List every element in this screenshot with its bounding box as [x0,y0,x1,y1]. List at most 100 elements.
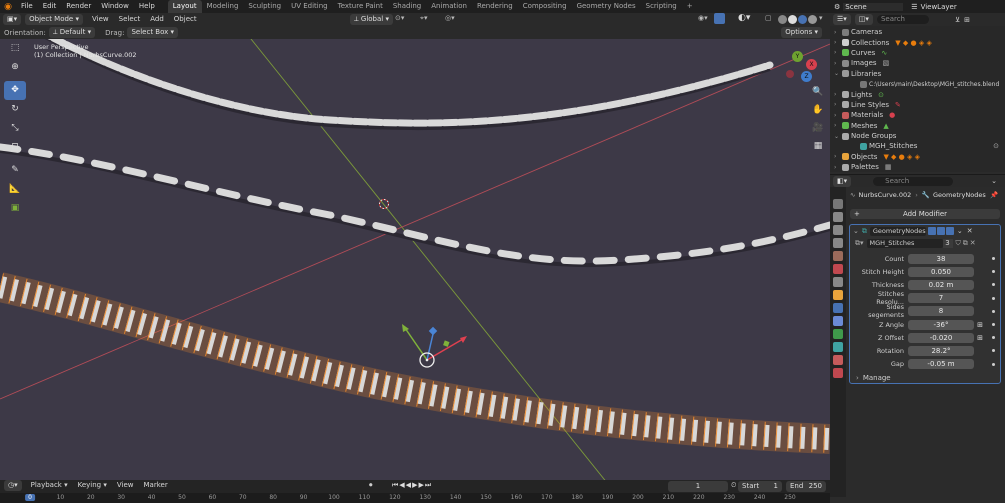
timeline-ruler[interactable]: 0 10 20 30 40 50 60 70 80 90 100 110 120 130 140 150 160… [0,493,830,503]
snap-icon[interactable]: ⌖▾ [420,14,427,23]
menu-playback[interactable]: Playback ▾ [26,479,73,492]
add-workspace-button[interactable]: + [682,0,698,13]
wireframe-shading-icon[interactable] [778,15,787,24]
outliner-row-images[interactable]: › Images ▧ [830,58,1005,68]
gizmo-z-axis[interactable]: Z [801,71,812,82]
keyframe-dot-icon[interactable] [992,309,995,313]
particles-tab-icon[interactable] [833,316,843,326]
solid-shading-icon[interactable] [788,15,797,24]
tool-tab-icon[interactable] [833,199,843,209]
options-button[interactable]: Options ▾ [781,27,822,38]
3d-viewport[interactable]: User Perspective (1) Collection | NurbsC… [0,39,830,480]
gizmo-neg-x[interactable] [786,70,794,78]
drag-select[interactable]: Select Box ▾ [127,27,179,38]
input-field[interactable]: 28.2° [908,345,974,356]
outliner-row-materials[interactable]: › Materials ● [830,110,1005,120]
input-field[interactable]: 0.050 [908,266,974,277]
constraints-tab-icon[interactable] [833,342,843,352]
outliner-row-line-styles[interactable]: › Line Styles ✎ [830,100,1005,110]
outliner-editor-button[interactable]: ☰▾ [833,14,851,25]
properties-options-icon[interactable]: ⌄ [991,177,997,185]
visibility-icon[interactable]: ◉▾ [698,14,708,22]
annotate-tool-icon[interactable]: ✎ [4,161,26,180]
editor-type-button[interactable]: ▣▾ [3,14,22,25]
material-tab-icon[interactable] [833,368,843,378]
current-frame-field[interactable]: 1 [668,481,728,492]
tab-animation[interactable]: Animation [426,0,472,13]
modifier-tab-icon[interactable] [833,303,843,313]
outliner-row-library-file[interactable]: C:\Users\main\Desktop\MGH_stitches.blend [830,79,1005,89]
end-frame-field[interactable]: End 250 [786,481,826,492]
keyframe-dot-icon[interactable] [992,336,995,340]
perspective-toggle-icon[interactable]: ▦ [810,141,826,159]
render-toggle-icon[interactable] [945,227,954,235]
input-field[interactable]: 8 [908,306,974,317]
measure-tool-icon[interactable]: 📐 [4,180,26,199]
add-cube-tool-icon[interactable]: ▣ [4,199,26,218]
menu-keying[interactable]: Keying ▾ [73,479,112,492]
move-tool-icon[interactable]: ✥ [4,81,26,100]
fake-user-icon[interactable]: ⛉ [956,239,961,248]
blender-logo-icon[interactable]: ◉ [0,2,16,12]
collapse-icon[interactable]: ⌄ [853,227,859,235]
output-tab-icon[interactable] [833,225,843,235]
attribute-toggle-icon[interactable]: ⊞ [974,321,986,329]
camera-view-icon[interactable]: 🎥 [810,123,826,141]
menu-timeline-view[interactable]: View [112,479,139,492]
pin-icon[interactable]: 📌 [990,191,998,199]
pivot-icon[interactable]: ⊙▾ [395,14,404,22]
scene-selector[interactable]: Scene [843,2,904,11]
viewport-toggle-icon[interactable] [936,227,945,235]
input-field[interactable]: 7 [908,293,974,304]
tab-compositing[interactable]: Compositing [518,0,572,13]
node-tree-icon[interactable]: ⧉▾ [855,239,864,248]
world-tab-icon[interactable] [833,264,843,274]
cursor-tool-icon[interactable]: ⊕ [4,62,26,81]
viewport-scene[interactable] [0,39,830,480]
tab-modeling[interactable]: Modeling [202,0,244,13]
add-modifier-button[interactable]: + Add Modifier [850,209,1000,219]
object-tab-icon[interactable] [833,290,843,300]
edit-mode-toggle-icon[interactable] [927,227,936,235]
outliner-search-input[interactable]: Search [876,15,929,24]
keyframe-dot-icon[interactable] [992,362,995,366]
start-frame-field[interactable]: Start 1 [738,481,782,492]
render-tab-icon[interactable] [833,212,843,222]
transform-tool-icon[interactable]: ⊡ [4,138,26,157]
rotate-tool-icon[interactable]: ↻ [4,100,26,119]
zoom-icon[interactable]: 🔍 [810,87,826,105]
tab-rendering[interactable]: Rendering [472,0,518,13]
menu-marker[interactable]: Marker [139,479,173,492]
view-layer-selector[interactable]: ViewLayer [921,3,957,11]
timeline-editor-button[interactable]: ◷▾ [4,480,22,491]
outliner-row-cameras[interactable]: › Cameras [830,27,1005,37]
menu-select[interactable]: Select [114,13,146,26]
keyframe-dot-icon[interactable] [992,270,995,274]
input-field[interactable]: -0.020 [908,332,974,343]
tab-uv-editing[interactable]: UV Editing [286,0,333,13]
outliner-row-objects[interactable]: › Objects ▼ ◆ ● ◈ ◈ [830,152,1005,162]
outliner-row-meshes[interactable]: › Meshes ▲ [830,121,1005,131]
select-tool-icon[interactable]: ⬚ [4,43,26,62]
outliner-row-collections[interactable]: › Collections ▼ ◆ ● ◈ ◈ [830,37,1005,47]
keyframe-dot-icon[interactable] [992,296,995,300]
gizmo-toggle-icon[interactable] [714,13,725,24]
outliner-row-mgh-stitches[interactable]: MGH_Stitches ⊙ [830,141,1005,151]
record-button[interactable]: ⏺ [369,481,373,490]
menu-help[interactable]: Help [134,0,160,13]
physics-tab-icon[interactable] [833,329,843,339]
xray-icon[interactable]: ▢ [765,14,772,22]
outliner-row-lights[interactable]: › Lights ⊙ [830,89,1005,99]
material-shading-icon[interactable] [798,15,807,24]
scene-tab-icon[interactable] [833,251,843,261]
outliner-row-curves[interactable]: › Curves ∿ [830,48,1005,58]
top-curve-stitches[interactable] [40,39,774,127]
pan-hand-icon[interactable]: ✋ [810,105,826,123]
selected-rope-stitches[interactable] [0,272,830,454]
properties-editor-button[interactable]: ◧▾ [833,175,852,187]
manage-subpanel[interactable]: › Manage [850,372,1000,384]
remove-modifier-icon[interactable]: ✕ [967,227,973,235]
menu-object[interactable]: Object [169,13,202,26]
new-collection-icon[interactable]: ⊞ [964,16,970,24]
tab-layout[interactable]: Layout [167,0,202,13]
